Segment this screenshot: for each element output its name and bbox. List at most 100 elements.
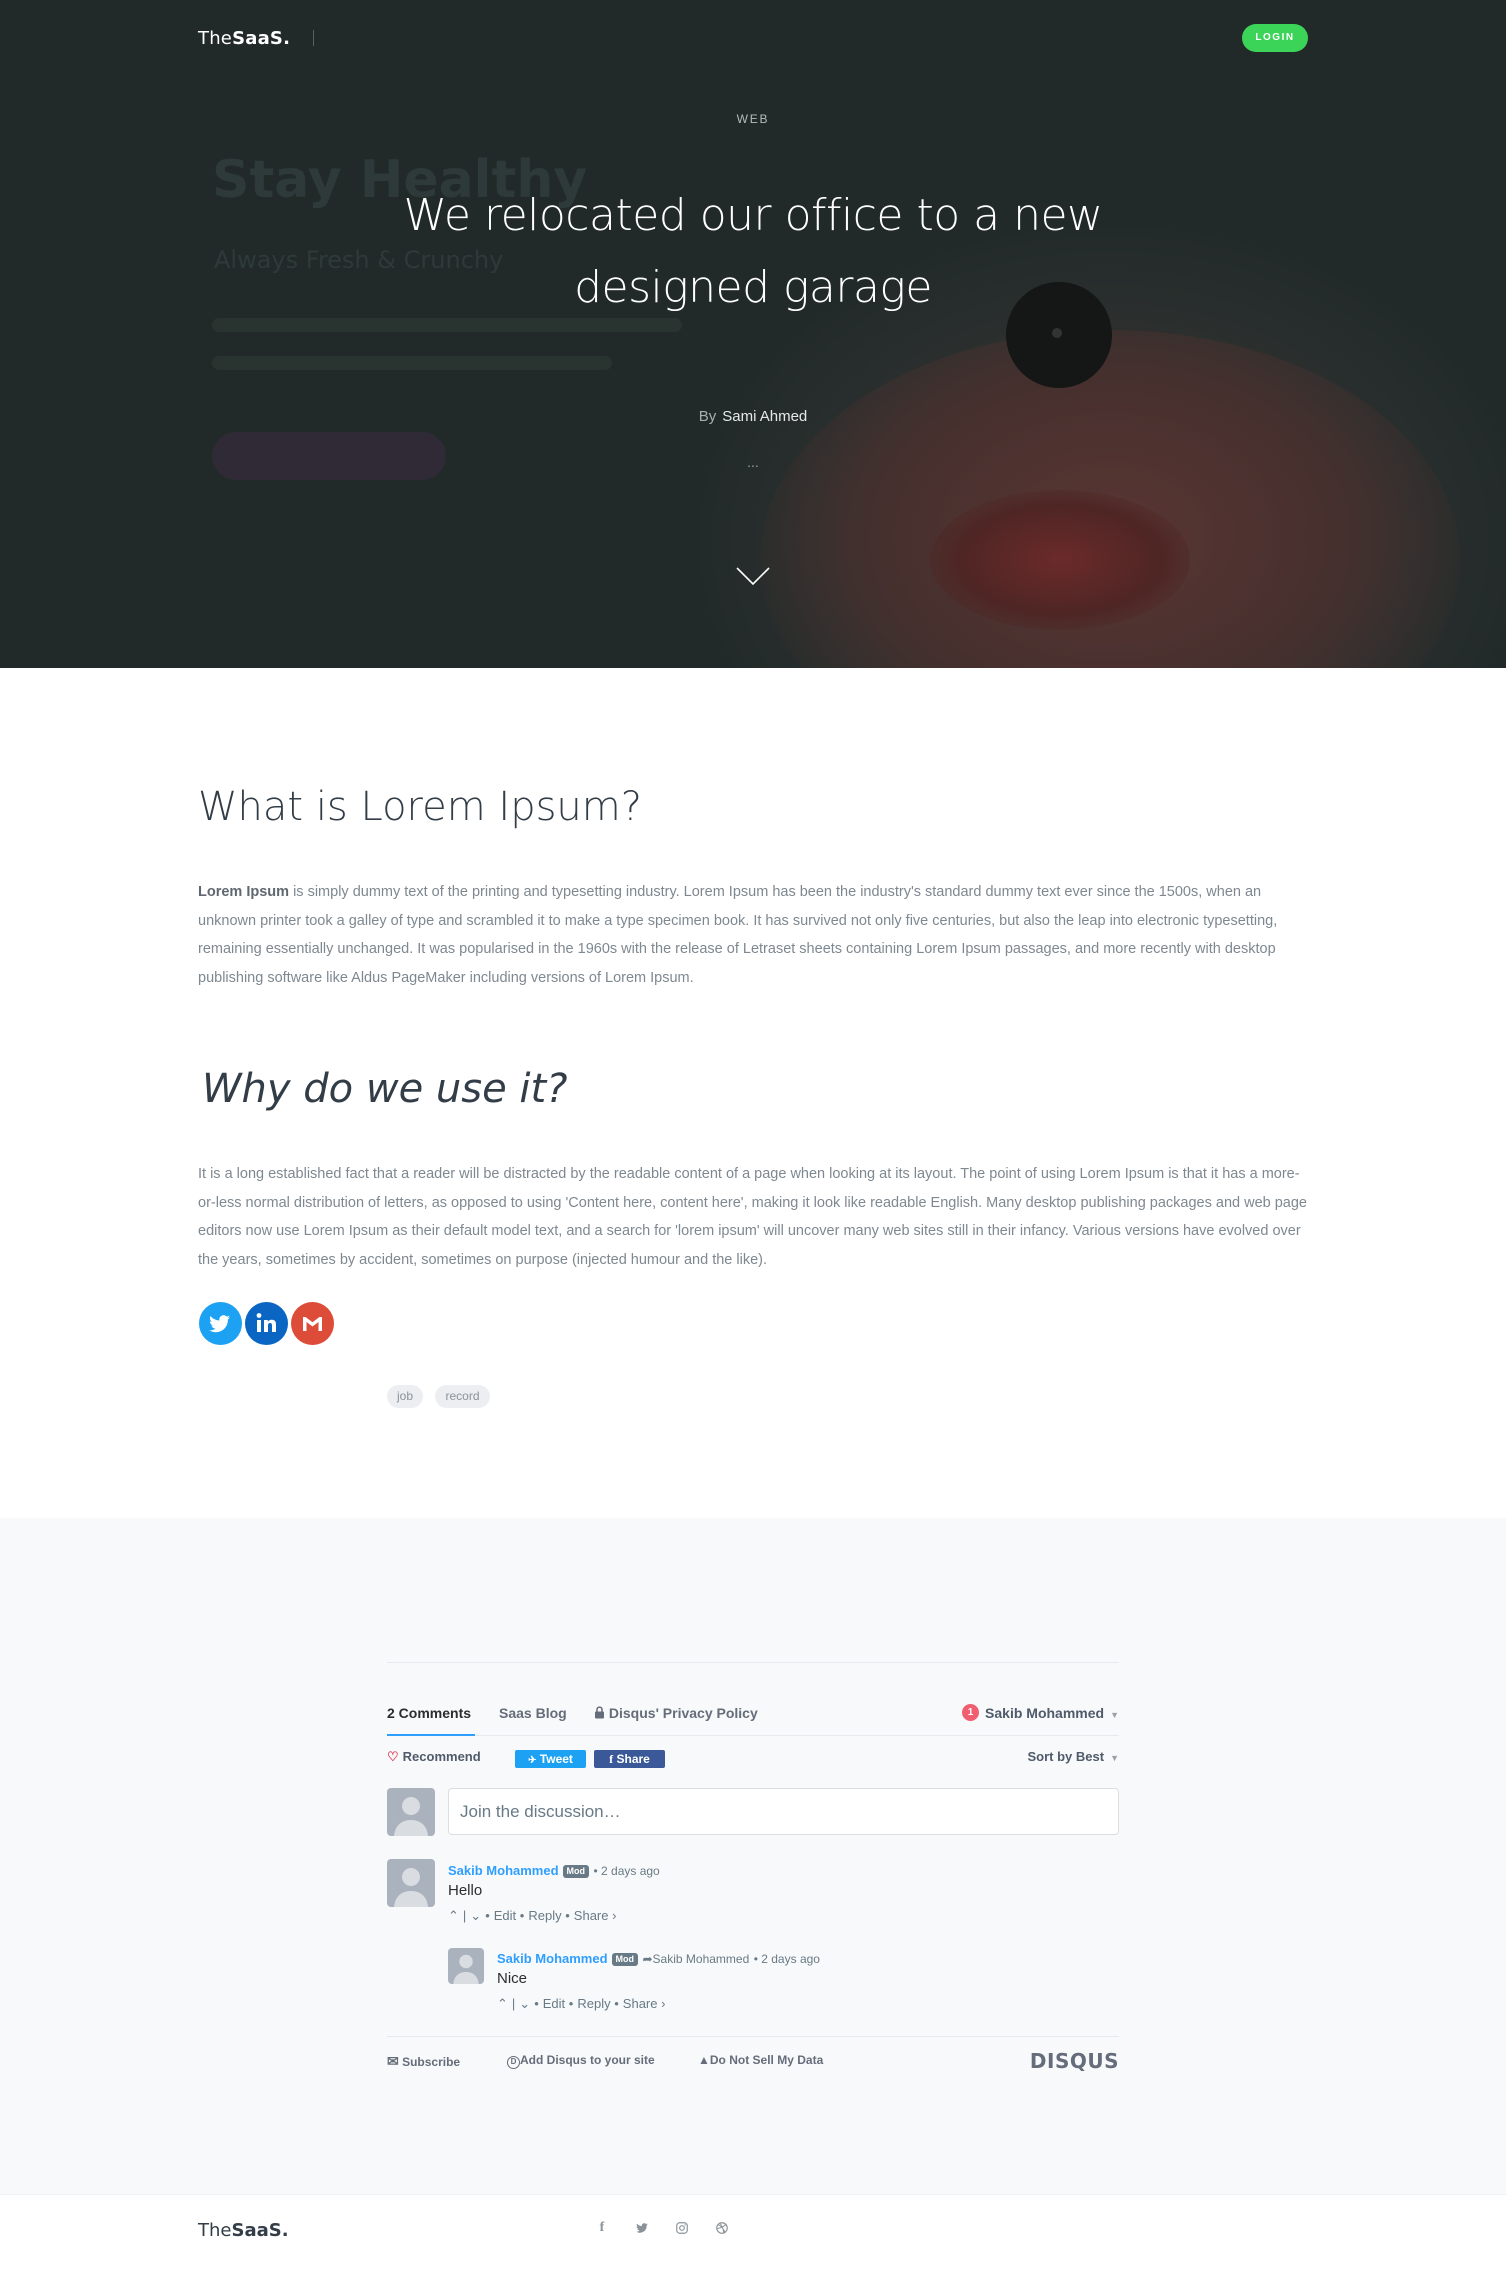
- add-disqus-label: Add Disqus to your site: [520, 2053, 655, 2067]
- footer-divider: [0, 2194, 1506, 2195]
- linkedin-icon[interactable]: [245, 1302, 288, 1345]
- facebook-icon: f: [609, 1752, 614, 1766]
- mod-badge: Mod: [562, 1865, 590, 1878]
- sort-dropdown[interactable]: Sort by Best ▼: [1028, 1749, 1120, 1764]
- hero-section: Stay Healthy Always Fresh & Crunchy TheS…: [0, 0, 1506, 668]
- dot-sep: •: [519, 1908, 525, 1923]
- article-paragraph-2: It is a long established fact that a rea…: [198, 1166, 1307, 1268]
- facebook-share-button[interactable]: f Share: [594, 1750, 665, 1768]
- post-title: We relocated our office to a new designe…: [403, 190, 1103, 313]
- envelope-icon: ✉: [387, 2053, 399, 2069]
- instagram-icon[interactable]: [672, 2218, 692, 2238]
- twitter-icon[interactable]: [199, 1302, 242, 1345]
- login-button[interactable]: LOGIN: [1242, 24, 1308, 52]
- hero-bg-dark-dot: [1052, 328, 1062, 338]
- disqus-actions: ♡ Recommend ✈ Tweet f Share Sort by Best ▼: [387, 1748, 1119, 1770]
- author-name[interactable]: Sami Ahmed: [722, 408, 807, 425]
- disqus-top-divider: [387, 1662, 1119, 1663]
- caret-down-icon: ▼: [1110, 1710, 1119, 1720]
- article-heading-what: What is Lorem Ipsum?: [198, 784, 642, 830]
- subscribe-label: Subscribe: [402, 2055, 461, 2069]
- add-disqus-link[interactable]: D Add Disqus to your site: [507, 2053, 655, 2069]
- disqus-logo[interactable]: DISQUS: [1030, 2049, 1119, 2073]
- facebook-icon[interactable]: f: [592, 2218, 612, 2238]
- comment-time[interactable]: • 2 days ago: [593, 1864, 659, 1878]
- twitter-icon[interactable]: [632, 2218, 652, 2238]
- footer-logo[interactable]: TheSaaS.: [198, 2220, 289, 2241]
- hero-bg-ghost-line2: [212, 356, 612, 370]
- reply-link[interactable]: Reply: [528, 1908, 561, 1923]
- twitter-bird-icon: ✈: [528, 1755, 537, 1766]
- post-meta-dots: ...: [747, 454, 759, 470]
- recommend-button[interactable]: ♡ Recommend: [387, 1749, 481, 1765]
- nav-divider: [313, 30, 314, 46]
- tab-comments[interactable]: 2 Comments: [387, 1704, 475, 1736]
- dot-sep: •: [534, 1996, 539, 2011]
- vote-divider: |: [511, 1996, 516, 2011]
- paragraph-1-text: is simply dummy text of the printing and…: [198, 884, 1278, 986]
- subscribe-link[interactable]: ✉ Subscribe: [387, 2053, 460, 2070]
- share-label: Share: [616, 1752, 650, 1766]
- do-not-sell-link[interactable]: ▲Do Not Sell My Data: [698, 2053, 823, 2067]
- mod-badge: Mod: [611, 1953, 639, 1966]
- tab-privacy-policy[interactable]: Disqus' Privacy Policy: [594, 1704, 758, 1736]
- do-not-sell-label: Do Not Sell My Data: [709, 2053, 824, 2067]
- by-label: By: [698, 408, 717, 425]
- heart-icon: ♡: [387, 1749, 399, 1764]
- avatar[interactable]: [387, 1859, 435, 1907]
- dot-sep: •: [565, 1908, 570, 1923]
- avatar[interactable]: [387, 1788, 435, 1836]
- top-nav: TheSaaS. LOGIN: [198, 24, 1308, 54]
- gmail-icon[interactable]: [291, 1302, 334, 1345]
- share-link[interactable]: Share ›: [623, 1996, 666, 2011]
- downvote-icon[interactable]: ⌄: [519, 1996, 530, 2011]
- lock-icon: [595, 1706, 604, 1719]
- comment-author[interactable]: Sakib Mohammed: [497, 1951, 608, 1966]
- dot-sep: •: [614, 1996, 619, 2011]
- comment-text: Nice: [497, 1970, 528, 1987]
- tweet-button[interactable]: ✈ Tweet: [515, 1750, 586, 1768]
- tweet-label: Tweet: [539, 1752, 573, 1766]
- dot-sep: •: [485, 1908, 490, 1923]
- reply-to-name[interactable]: Sakib Mohammed: [653, 1952, 750, 1966]
- comment-input[interactable]: Join the discussion…: [448, 1788, 1119, 1835]
- notification-badge[interactable]: 1: [962, 1704, 980, 1721]
- comment-author[interactable]: Sakib Mohammed: [448, 1863, 559, 1878]
- chevron-down-icon[interactable]: [736, 566, 770, 588]
- caret-down-icon: ▼: [1110, 1753, 1119, 1763]
- disqus-footer: ✉ Subscribe D Add Disqus to your site ▲Do…: [387, 2036, 1119, 2078]
- disqus-d-icon: D: [507, 2056, 520, 2069]
- warning-icon: ▲: [698, 2053, 710, 2067]
- tab-saas-blog[interactable]: Saas Blog: [499, 1704, 567, 1736]
- tag-record[interactable]: record: [435, 1385, 490, 1408]
- comment-header: Sakib Mohammed Mod • 2 days ago: [448, 1862, 660, 1880]
- avatar[interactable]: [448, 1948, 484, 1984]
- article-paragraph-1: Lorem Ipsum is simply dummy text of the …: [198, 878, 1308, 992]
- privacy-label: Disqus' Privacy Policy: [608, 1705, 758, 1721]
- sort-label: Sort by Best: [1027, 1749, 1105, 1764]
- user-name: Sakib Mohammed: [985, 1705, 1105, 1721]
- site-logo[interactable]: TheSaaS.: [198, 28, 290, 49]
- recommend-label: Recommend: [402, 1749, 481, 1764]
- disqus-thread: 2 Comments Saas Blog Disqus' Privacy Pol…: [387, 1658, 1119, 2078]
- edit-link[interactable]: Edit: [494, 1908, 516, 1923]
- user-menu[interactable]: 1 Sakib Mohammed ▼: [962, 1704, 1119, 1724]
- vote-divider: |: [462, 1908, 467, 1923]
- tag-job[interactable]: job: [387, 1385, 423, 1408]
- dribbble-icon[interactable]: [712, 2218, 732, 2238]
- upvote-icon[interactable]: ⌃: [448, 1908, 459, 1923]
- comment-actions: ⌃ | ⌄ • Edit • Reply • Share ›: [497, 1996, 665, 2012]
- upvote-icon[interactable]: ⌃: [497, 1996, 508, 2011]
- reply-arrow-icon: ➦: [642, 1952, 653, 1966]
- downvote-icon[interactable]: ⌄: [470, 1908, 481, 1923]
- edit-link[interactable]: Edit: [543, 1996, 565, 2011]
- article-heading-why: Why do we use it?: [202, 1066, 568, 1112]
- comment-time[interactable]: • 2 days ago: [754, 1952, 820, 1966]
- dot-sep: •: [568, 1996, 574, 2011]
- hero-bg-berry-shape: [930, 490, 1190, 630]
- comment-actions: ⌃ | ⌄ • Edit • Reply • Share ›: [448, 1908, 616, 1924]
- share-link[interactable]: Share ›: [574, 1908, 617, 1923]
- reply-link[interactable]: Reply: [577, 1996, 610, 2011]
- post-category[interactable]: WEB: [0, 112, 1506, 126]
- disqus-tabs: 2 Comments Saas Blog Disqus' Privacy Pol…: [387, 1704, 1119, 1736]
